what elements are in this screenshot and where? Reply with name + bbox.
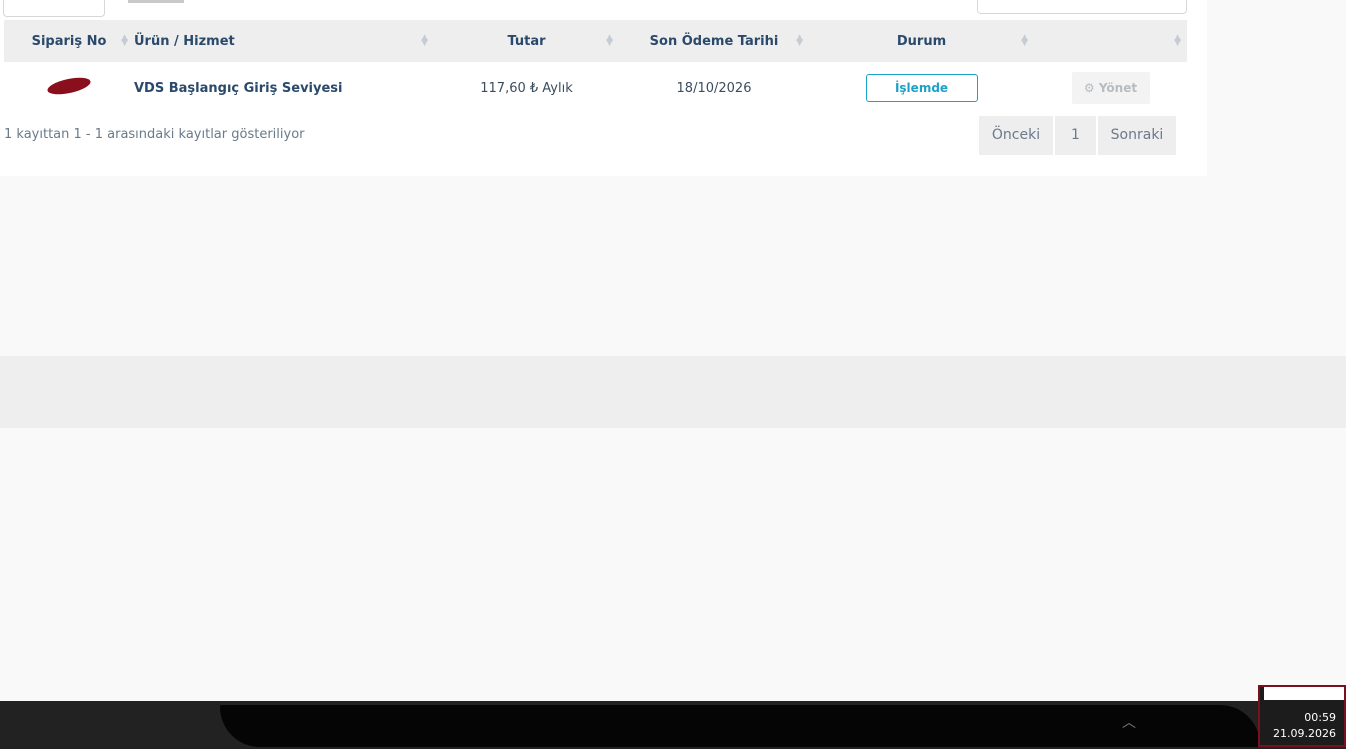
column-header-amount[interactable]: Tutar ▲ ▼ [434, 20, 619, 62]
amount-cell: 117,60 ₺ Aylık [480, 80, 573, 96]
table-info-text: 1 kayıttan 1 - 1 arasındaki kayıtlar gös… [4, 127, 305, 142]
sort-icon: ▲ ▼ [121, 33, 128, 48]
gear-icon: ⚙ [1083, 81, 1095, 95]
column-header-order-no[interactable]: Sipariş No ▲ ▼ [4, 20, 134, 62]
due-date-cell: 18/10/2026 [676, 80, 752, 96]
clock-overlay [1264, 687, 1344, 700]
chevron-up-icon[interactable]: ︿ [1122, 712, 1136, 732]
search-input[interactable] [977, 0, 1187, 14]
sort-icon: ▲ ▼ [606, 33, 613, 48]
pagination-previous-button[interactable]: Önceki [979, 116, 1053, 155]
order-no-cell [4, 62, 134, 114]
pagination-next-button[interactable]: Sonraki [1098, 116, 1176, 155]
clock-date: 21.09.2026 [1273, 727, 1336, 740]
table-header-row: Sipariş No ▲ ▼ Ürün / Hizmet ▲ ▼ Tutar ▲ ▼ … [4, 20, 1187, 62]
manage-button-label: Yönet [1098, 81, 1138, 95]
sort-icon: ▲ ▼ [796, 33, 803, 48]
column-header-status[interactable]: Durum ▲ ▼ [809, 20, 1034, 62]
status-badge: İşlemde [865, 74, 978, 102]
product-cell[interactable]: VDS Başlangıç Giriş Seviyesi [134, 62, 434, 114]
services-panel: Sipariş No ▲ ▼ Ürün / Hizmet ▲ ▼ Tutar ▲ ▼ … [0, 0, 1207, 176]
action-cell: ⚙ Yönet [1034, 62, 1187, 114]
status-cell: İşlemde [809, 62, 1034, 114]
pagination: Önceki 1 Sonraki [979, 116, 1178, 155]
taskbar-clock[interactable]: 00:59 21.09.2026 [1258, 685, 1346, 747]
column-header-product[interactable]: Ürün / Hizmet ▲ ▼ [134, 20, 434, 62]
entries-label-fragment [128, 0, 184, 3]
sort-icon: ▲ ▼ [1021, 33, 1028, 48]
sort-icon: ▲ ▼ [421, 33, 428, 48]
redacted-taskbar-area [220, 705, 1260, 747]
table-row[interactable]: VDS Başlangıç Giriş Seviyesi 117,60 ₺ Ay… [4, 62, 1187, 114]
clock-time: 00:59 [1304, 711, 1336, 724]
column-header-due-date[interactable]: Son Ödeme Tarihi ▲ ▼ [619, 20, 809, 62]
show-entries-select[interactable] [3, 0, 105, 17]
taskbar: ︿ [0, 701, 1346, 749]
manage-button[interactable]: ⚙ Yönet [1071, 72, 1150, 104]
pagination-page-1[interactable]: 1 [1055, 116, 1096, 155]
column-header-actions[interactable]: ▲ ▼ [1034, 20, 1187, 62]
services-table: Sipariş No ▲ ▼ Ürün / Hizmet ▲ ▼ Tutar ▲ ▼ … [4, 20, 1187, 114]
redacted-order-no [46, 74, 92, 98]
page-footer [0, 356, 1346, 428]
sort-icon: ▲ ▼ [1174, 33, 1181, 48]
